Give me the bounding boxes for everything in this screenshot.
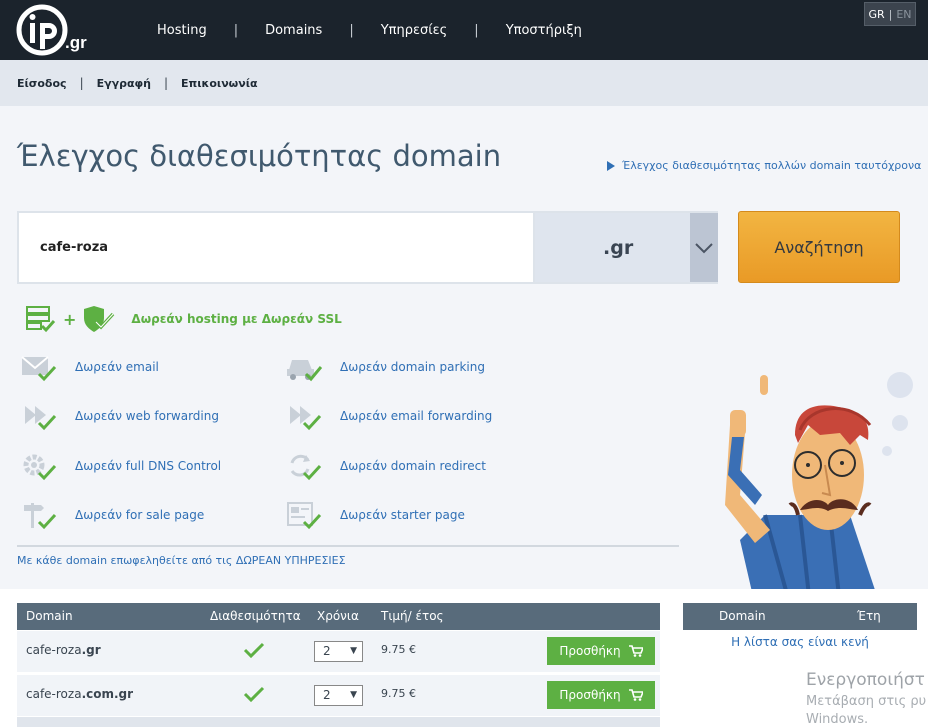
signpost-icon (24, 503, 57, 530)
free-services-note: Με κάθε domain επωφεληθείτε από τις ΔΩΡΕ… (17, 554, 346, 567)
results-table-header: Domain Διαθεσιμότητα Χρόνια Τιμή/ έτος (17, 603, 660, 630)
nav-services[interactable]: Υπηρεσίες (381, 23, 448, 38)
contact-link[interactable]: Επικοινωνία (181, 77, 258, 90)
language-switcher: GR | EN (864, 2, 916, 26)
cart-col-domain: Domain (719, 609, 766, 623)
bulk-check-link[interactable]: Έλεγχος διαθεσιμότητας πολλών domain ταυ… (607, 159, 921, 172)
gear-icon (23, 454, 57, 481)
login-link[interactable]: Είσοδος (17, 77, 67, 90)
check-icon (243, 686, 265, 703)
page-title: Έλεγχος διαθεσιμότητας domain (17, 139, 502, 173)
table-row (17, 717, 660, 727)
page-icon (287, 502, 322, 530)
feature-starter-page: Δωρεάν starter page (286, 500, 465, 530)
promo-text: Δωρεάν hosting με Δωρεάν SSL (131, 312, 342, 326)
domain-search-input[interactable] (17, 211, 533, 284)
cart-icon (628, 689, 643, 701)
cart-header: Domain Έτη (683, 603, 917, 630)
search-button[interactable]: Αναζήτηση (738, 211, 900, 283)
envelope-icon (21, 356, 57, 382)
forward-icon (25, 406, 57, 431)
feature-domain-parking: Δωρεάν domain parking (286, 352, 485, 382)
nav-separator: | (233, 22, 239, 38)
feature-dns-control: Δωρεάν full DNS Control (21, 451, 221, 481)
domain-name: cafe-roza.com.gr (26, 687, 134, 701)
table-row: cafe-roza.gr 2 ▼ 9.75 € Προσθήκη (17, 631, 660, 672)
add-to-cart-button[interactable]: Προσθήκη (547, 637, 655, 665)
col-price: Τιμή/ έτος (381, 609, 444, 623)
dropdown-arrow-icon: ▼ (350, 690, 357, 700)
feature-for-sale-page: Δωρεάν for sale page (21, 500, 204, 530)
cart-empty-message: Η λίστα σας είναι κενή (731, 635, 869, 649)
server-check-icon (26, 306, 56, 333)
chevron-down-icon[interactable] (690, 213, 718, 282)
feature-email: Δωρεάν email (21, 352, 159, 382)
table-row: cafe-roza.com.gr 2 ▼ 9.75 € Προσθήκη (17, 675, 660, 716)
price: 9.75 € (381, 687, 416, 700)
register-link[interactable]: Εγγραφή (97, 77, 151, 90)
feature-web-forwarding: Δωρεάν web forwarding (21, 401, 219, 431)
nav-hosting[interactable]: Hosting (157, 23, 207, 38)
ip-gr-logo[interactable]: .gr (16, 4, 106, 56)
price: 9.75 € (381, 643, 416, 656)
col-availability: Διαθεσιμότητα (210, 609, 301, 623)
cart-col-years: Έτη (857, 609, 881, 623)
tld-selected-value: .gr (603, 237, 634, 259)
play-triangle-icon (607, 160, 615, 171)
mascot-illustration (725, 372, 913, 605)
domain-name: cafe-roza.gr (26, 643, 101, 657)
years-select[interactable]: 2 ▼ (314, 685, 363, 706)
redirect-icon (290, 454, 322, 481)
main-nav: Hosting | Domains | Υπηρεσίες | Υποστήρι… (157, 0, 582, 60)
col-years: Χρόνια (317, 609, 359, 623)
years-select[interactable]: 2 ▼ (314, 641, 363, 662)
feature-email-forwarding: Δωρεάν email forwarding (286, 401, 492, 431)
feature-domain-redirect: Δωρεάν domain redirect (286, 451, 486, 481)
col-domain: Domain (26, 609, 73, 623)
divider (17, 545, 679, 547)
cart-icon (628, 645, 643, 657)
car-icon (287, 360, 322, 382)
windows-activation-watermark: Μετάβαση στις ρυ (806, 694, 927, 709)
nav-separator: | (349, 22, 354, 38)
add-to-cart-button[interactable]: Προσθήκη (547, 681, 655, 709)
windows-activation-watermark: Windows. (806, 712, 869, 727)
lang-gr[interactable]: GR (868, 8, 884, 21)
lang-en[interactable]: EN (896, 8, 911, 21)
promo-banner: + Δωρεάν hosting με Δωρεάν SSL (25, 304, 342, 334)
nav-support[interactable]: Υποστήριξη (506, 23, 582, 38)
nav-domains[interactable]: Domains (265, 23, 322, 38)
shield-check-icon (84, 306, 115, 332)
check-icon (243, 642, 265, 659)
dropdown-arrow-icon: ▼ (350, 646, 357, 656)
account-nav: Είσοδος | Εγγραφή | Επικοινωνία (0, 60, 928, 106)
top-nav-bar: .gr Hosting | Domains | Υπηρεσίες | Υποσ… (0, 0, 928, 60)
windows-activation-watermark: Ενεργοποιήστ (806, 670, 925, 690)
svg-text:.gr: .gr (65, 33, 87, 52)
forward-icon (290, 406, 322, 431)
nav-separator: | (474, 22, 479, 38)
tld-select[interactable]: .gr (533, 211, 718, 284)
